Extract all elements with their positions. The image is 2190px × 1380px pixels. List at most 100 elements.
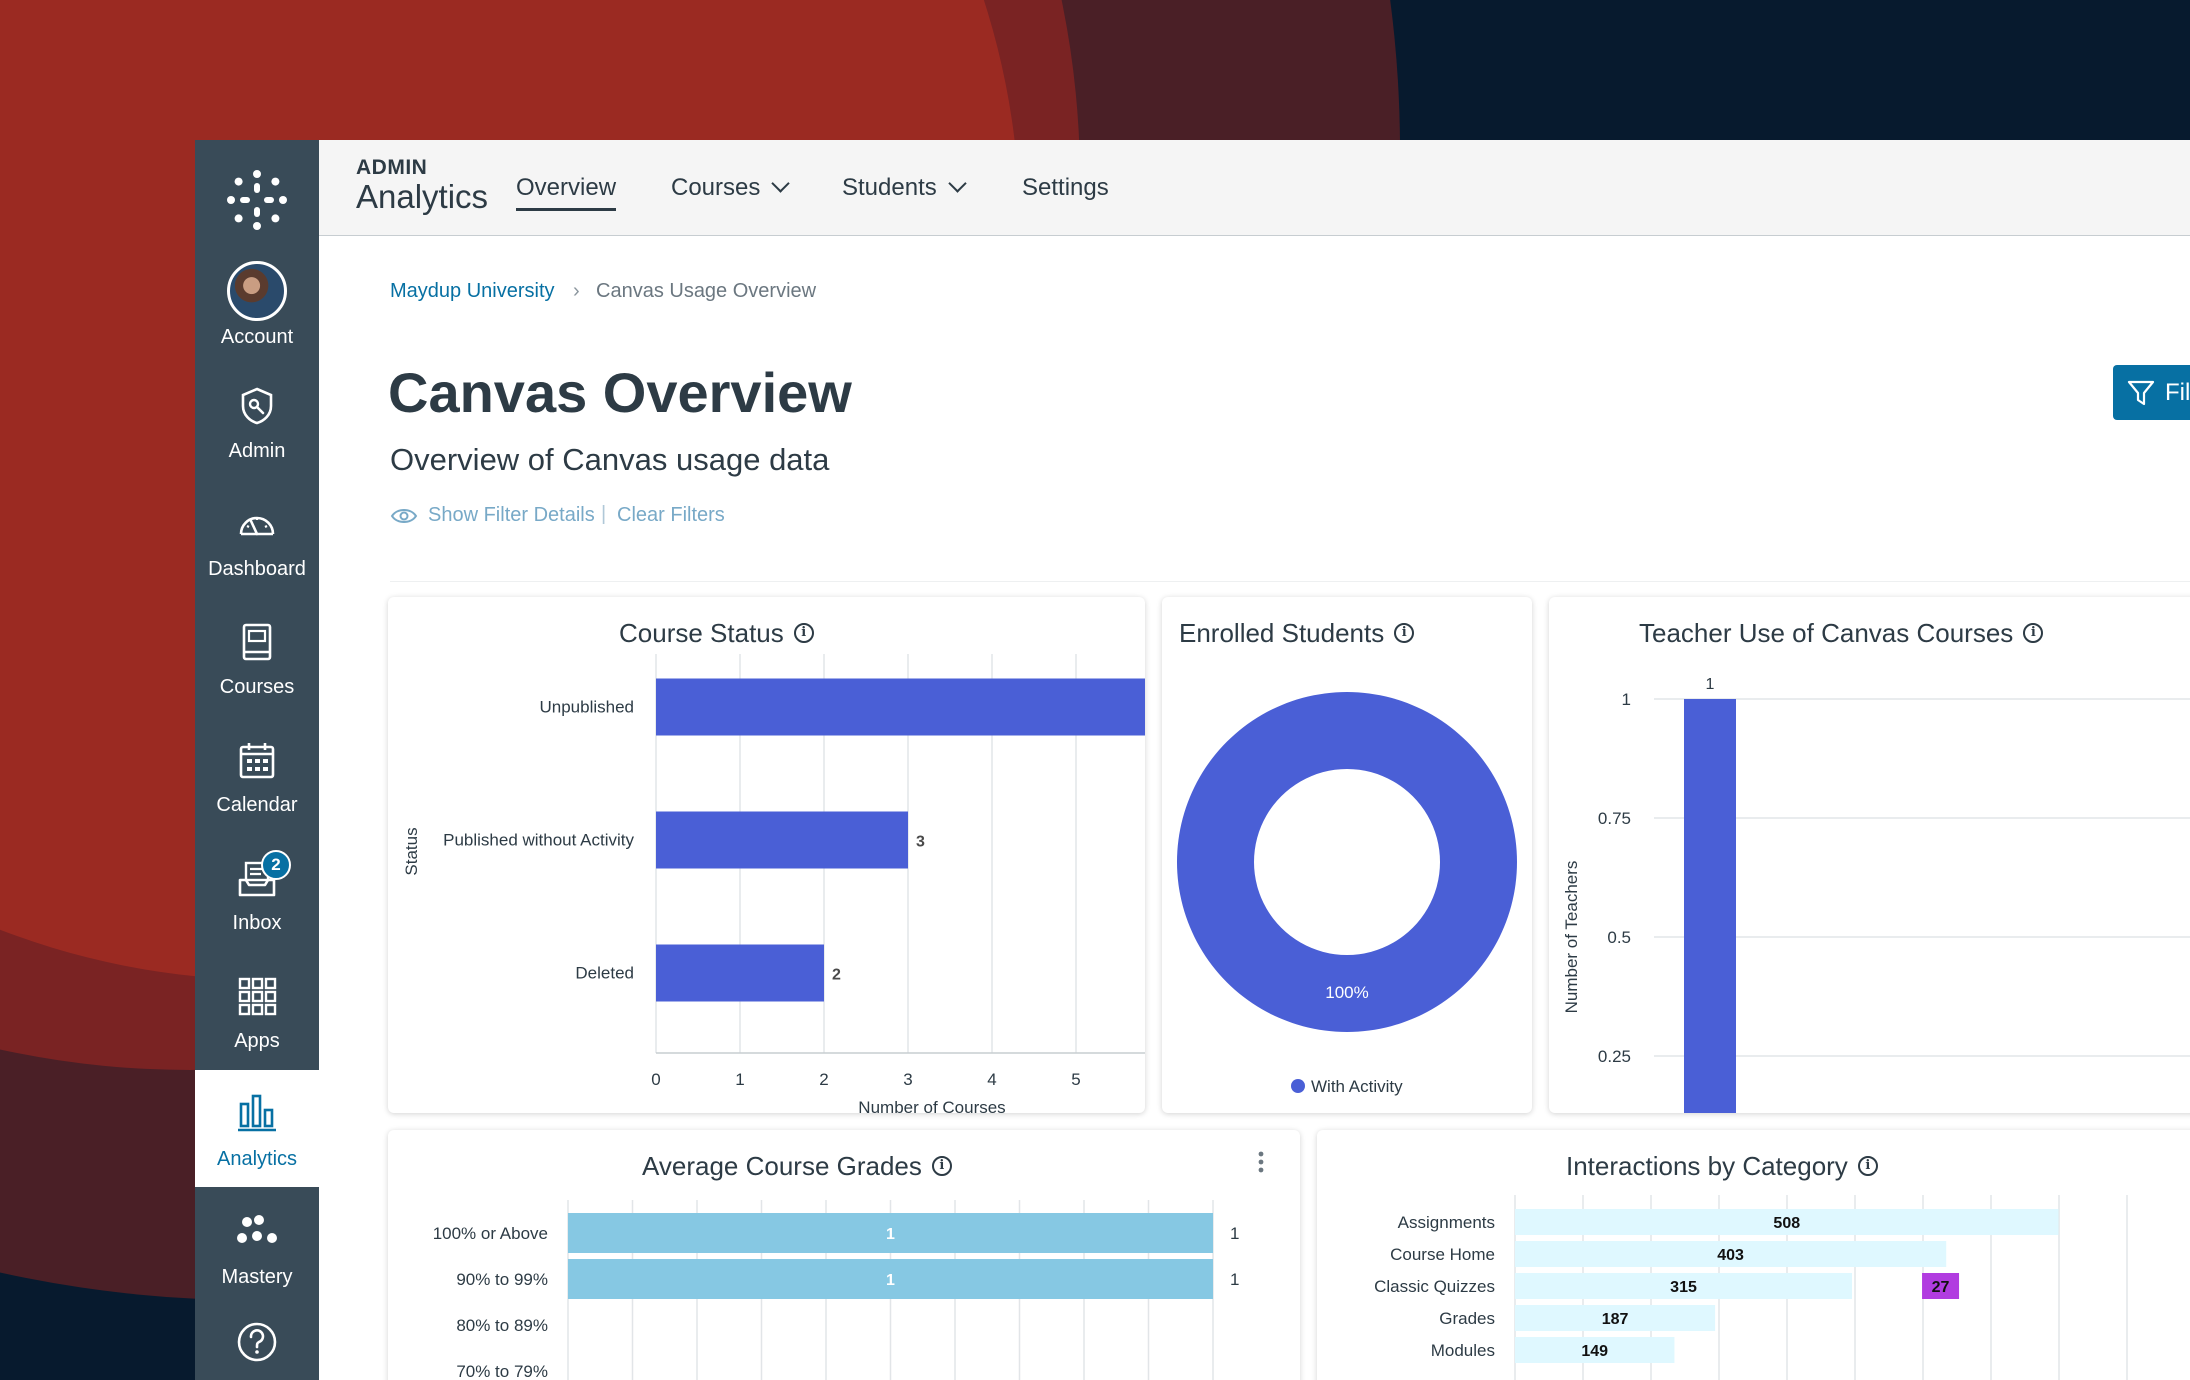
tab-overview[interactable]: Overview	[516, 174, 617, 211]
category-label: 70% to 79%	[456, 1362, 548, 1380]
category-label: 100% or Above	[433, 1224, 548, 1243]
nav-item-apps[interactable]: Apps	[195, 962, 319, 1079]
bar	[656, 811, 908, 869]
nav-item-calendar[interactable]: Calendar	[195, 726, 319, 843]
y-tick-label: 1	[1622, 690, 1631, 709]
value-label: 1	[1230, 1224, 1239, 1243]
bar-inner-label: 1	[886, 1272, 895, 1289]
page-subtitle: Overview of Canvas usage data	[390, 442, 830, 477]
x-tick-label: 5	[1071, 1070, 1080, 1089]
bar-inner-label: 403	[1717, 1247, 1744, 1264]
nav-item-courses[interactable]: Courses	[195, 608, 319, 725]
nav-label-analytics: Analytics	[216, 1148, 298, 1170]
breadcrumb-current: Canvas Usage Overview	[596, 280, 817, 302]
teacher-use-card: Teacher Use of Canvas Coursesi 00.250.50…	[1549, 597, 2190, 1113]
category-label: Classic Quizzes	[1374, 1277, 1495, 1296]
global-nav-sidebar: Account Admin Dashboard Courses Calendar…	[195, 140, 319, 1380]
courses-book-icon	[242, 623, 272, 661]
bar-inner-label: 27	[1932, 1279, 1950, 1296]
value-label: 1	[1230, 1270, 1239, 1289]
nav-label-calendar: Calendar	[216, 794, 298, 816]
x-tick-label: 3	[903, 1070, 912, 1089]
analytics-top-nav: ADMIN Analytics Overview Courses Student…	[319, 140, 2190, 236]
filter-button-label: Fil	[2165, 379, 2190, 406]
nav-label-admin: Admin	[228, 440, 286, 462]
nav-item-admin[interactable]: Admin	[195, 372, 319, 489]
chevron-down-icon	[948, 174, 967, 193]
nav-label-inbox: Inbox	[232, 912, 282, 934]
nav-item-dashboard[interactable]: Dashboard	[195, 490, 319, 607]
canvas-logo-icon[interactable]	[227, 170, 287, 230]
course-status-chart: 0123456Unpublished6Published without Act…	[402, 654, 1145, 1113]
y-tick-label: 0.25	[1598, 1047, 1631, 1066]
bar-inner-label: 149	[1581, 1343, 1608, 1360]
bar-inner-label: 508	[1773, 1215, 1800, 1232]
calendar-icon	[239, 743, 275, 779]
nav-label-account: Account	[220, 326, 294, 348]
bar	[656, 678, 1145, 736]
nav-item-mastery[interactable]: Mastery	[195, 1198, 319, 1315]
bar	[656, 944, 824, 1002]
tab-students[interactable]: Students	[842, 174, 967, 202]
page-title: Canvas Overview	[388, 361, 852, 424]
analytics-bars-icon	[238, 1094, 276, 1132]
inbox-unread-badge: 2	[261, 850, 291, 880]
show-filter-details-link[interactable]: Show Filter Details	[428, 504, 595, 527]
clear-filters-link[interactable]: Clear Filters	[617, 504, 725, 527]
value-label: 3	[916, 834, 925, 851]
y-tick-label: 0.75	[1598, 809, 1631, 828]
nav-label-mastery: Mastery	[221, 1266, 293, 1288]
app-window: Account Admin Dashboard Courses Calendar…	[195, 140, 2190, 1380]
filter-button[interactable]: Fil	[2113, 365, 2190, 420]
brand-analytics-label: Analytics	[356, 178, 489, 215]
breadcrumb-root-link[interactable]: Maydup University	[390, 280, 555, 303]
category-label: Deleted	[575, 964, 634, 983]
category-label: Grades	[1439, 1309, 1495, 1328]
apps-grid-icon	[238, 977, 277, 1016]
tab-courses[interactable]: Courses	[671, 174, 791, 202]
tab-settings[interactable]: Settings	[1022, 174, 1109, 202]
interactions-card: Interactions by Category i 508 Assignments…	[1317, 1130, 2190, 1380]
category-label: Published without Activity	[443, 831, 634, 850]
category-label: 80% to 89%	[456, 1316, 548, 1335]
value-label: 2	[832, 967, 841, 984]
x-tick-label: 1	[735, 1070, 744, 1089]
y-tick-label: 0.5	[1607, 928, 1631, 947]
x-axis-label: Number of Courses	[858, 1098, 1005, 1113]
x-tick-label: 4	[987, 1070, 996, 1089]
teacher-use-chart: 00.250.50.751101 Course2 Courses3 Course…	[1562, 676, 2190, 1113]
legend-swatch	[1291, 1079, 1305, 1093]
x-tick-label: 2	[819, 1070, 828, 1089]
mastery-icon	[237, 1215, 277, 1243]
nav-label-dashboard: Dashboard	[208, 558, 306, 580]
nav-item-analytics[interactable]: Analytics	[195, 1070, 319, 1187]
admin-shield-icon	[241, 387, 273, 425]
filter-funnel-icon	[2127, 380, 2155, 406]
category-label: Assignments	[1398, 1213, 1495, 1232]
avatar	[227, 261, 287, 321]
slice-label: 100%	[1325, 983, 1368, 1002]
average-grades-chart: 1 1 100% or Above 1 1 90% to 99% 80% to 89% 70%…	[433, 1200, 1239, 1380]
nav-item-account[interactable]: Account	[195, 246, 319, 363]
y-axis-label: Number of Teachers	[1562, 861, 1581, 1014]
breadcrumb-separator: ›	[573, 280, 580, 302]
y-axis-label: Status	[402, 827, 421, 875]
value-label: 1	[1706, 676, 1715, 693]
average-grades-card: Average Course Grades i 1 1 100% or Above 1 1…	[388, 1130, 1300, 1380]
nav-label-apps: Apps	[234, 1030, 280, 1052]
brand-admin-label: ADMIN	[356, 156, 428, 179]
nav-item-inbox[interactable]: 2 Inbox	[195, 844, 319, 961]
bar	[1684, 699, 1736, 1113]
eye-icon	[390, 509, 418, 523]
pie-slice	[1176, 692, 1517, 1032]
filter-links-separator: |	[601, 503, 607, 525]
enrolled-students-chart: 100% With Activity	[1176, 692, 1517, 1096]
help-icon[interactable]	[237, 1322, 277, 1362]
enrolled-students-card: Enrolled Students i 100% With Activity	[1162, 597, 1532, 1113]
interactions-chart: 508 Assignments 403 Course Home 315 27 Classic…	[1374, 1195, 2128, 1380]
bar-inner-label: 1	[886, 1226, 895, 1243]
category-label: Unpublished	[539, 698, 634, 717]
nav-label-courses: Courses	[219, 676, 295, 698]
bar-inner-label: 187	[1602, 1311, 1629, 1328]
category-label: 90% to 99%	[456, 1270, 548, 1289]
